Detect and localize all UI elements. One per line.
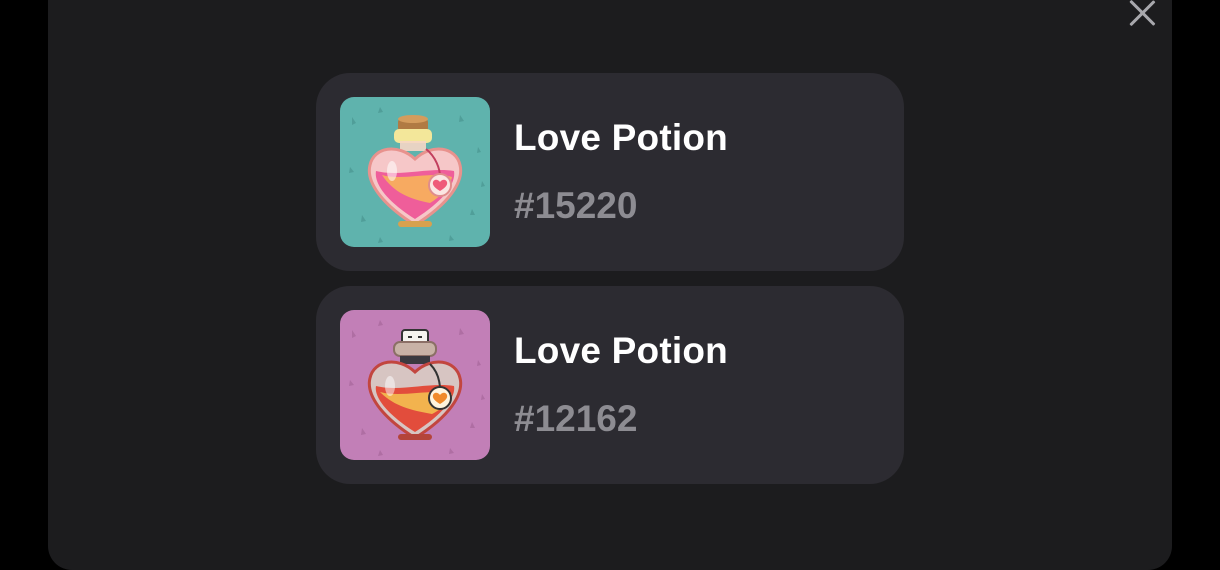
close-icon[interactable] [1124, 0, 1160, 30]
item-thumbnail [340, 97, 490, 247]
item-thumbnail [340, 310, 490, 460]
item-name: Love Potion [514, 117, 728, 158]
heart-potion-icon [340, 97, 490, 247]
item-number: #12162 [514, 398, 638, 439]
item-number: #15220 [514, 185, 638, 226]
heart-potion-icon [340, 310, 490, 460]
list-item[interactable]: Love Potion #12162 [316, 286, 904, 484]
list-item[interactable]: Love Potion #15220 [316, 73, 904, 271]
item-name: Love Potion [514, 330, 728, 371]
